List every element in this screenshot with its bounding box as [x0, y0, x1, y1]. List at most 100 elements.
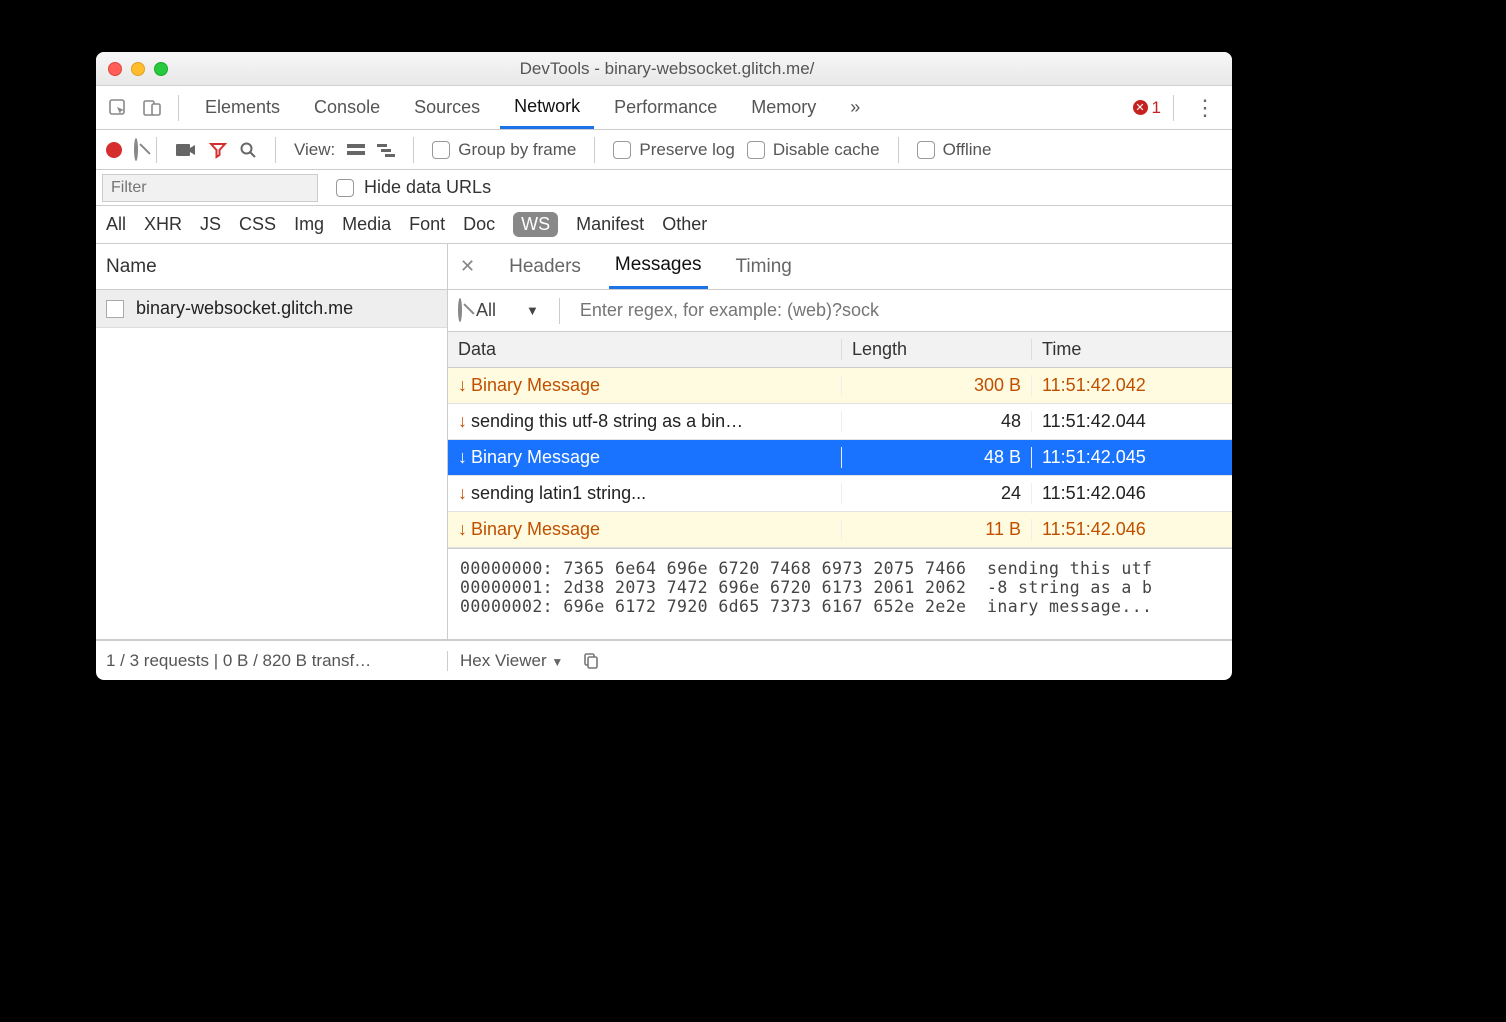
- request-list: Name binary-websocket.glitch.me: [96, 244, 448, 639]
- request-name: binary-websocket.glitch.me: [136, 298, 353, 319]
- search-icon[interactable]: [239, 141, 257, 159]
- detail-tabs: ✕ Headers Messages Timing: [448, 244, 1232, 290]
- col-data[interactable]: Data: [448, 339, 842, 360]
- filter-icon[interactable]: [209, 141, 227, 159]
- preserve-log-checkbox[interactable]: Preserve log: [613, 140, 734, 160]
- filter-input[interactable]: [102, 174, 318, 202]
- col-time[interactable]: Time: [1032, 339, 1232, 360]
- close-window-button[interactable]: [108, 62, 122, 76]
- device-icon[interactable]: [138, 94, 166, 122]
- message-data: Binary Message: [471, 519, 600, 539]
- chevron-down-icon: ▼: [551, 655, 563, 669]
- message-time: 11:51:42.046: [1032, 519, 1232, 540]
- message-data: sending this utf-8 string as a bin…: [471, 411, 743, 431]
- message-row[interactable]: ↓Binary Message 300 B11:51:42.042: [448, 368, 1232, 404]
- type-xhr[interactable]: XHR: [144, 214, 182, 235]
- devtools-window: DevTools - binary-websocket.glitch.me/ E…: [96, 52, 1232, 680]
- tab-memory[interactable]: Memory: [737, 86, 830, 129]
- type-filter-row: All XHR JS CSS Img Media Font Doc WS Manifest Othe…: [96, 206, 1232, 244]
- message-length: 48: [842, 411, 1032, 432]
- close-detail-icon[interactable]: ✕: [460, 256, 481, 277]
- hide-data-urls-checkbox[interactable]: Hide data URLs: [336, 177, 491, 198]
- window-controls: [108, 62, 168, 76]
- copy-icon[interactable]: [581, 652, 599, 670]
- status-summary: 1 / 3 requests | 0 B / 820 B transf…: [96, 651, 448, 671]
- type-media[interactable]: Media: [342, 214, 391, 235]
- network-toolbar: View: Group by frame Preserve log Disabl…: [96, 130, 1232, 170]
- type-img[interactable]: Img: [294, 214, 324, 235]
- message-length: 24: [842, 483, 1032, 504]
- tab-performance[interactable]: Performance: [600, 86, 731, 129]
- message-length: 11 B: [842, 519, 1032, 540]
- tab-elements[interactable]: Elements: [191, 86, 294, 129]
- message-data: Binary Message: [471, 375, 600, 395]
- type-manifest[interactable]: Manifest: [576, 214, 644, 235]
- detail-panel: ✕ Headers Messages Timing All ▼ Data Lengt…: [448, 244, 1232, 639]
- view-label: View:: [294, 140, 335, 160]
- maximize-window-button[interactable]: [154, 62, 168, 76]
- type-other[interactable]: Other: [662, 214, 707, 235]
- camera-icon[interactable]: [175, 142, 197, 158]
- subtab-headers[interactable]: Headers: [503, 244, 587, 289]
- message-row[interactable]: ↓Binary Message 48 B11:51:42.045: [448, 440, 1232, 476]
- inspect-icon[interactable]: [104, 94, 132, 122]
- tab-console[interactable]: Console: [300, 86, 394, 129]
- type-js[interactable]: JS: [200, 214, 221, 235]
- message-data: sending latin1 string...: [471, 483, 646, 503]
- dropdown-icon: ▼: [526, 303, 539, 318]
- error-badge[interactable]: ✕ 1: [1133, 98, 1161, 118]
- message-length: 300 B: [842, 375, 1032, 396]
- main-tabs: ElementsConsoleSourcesNetworkPerformance…: [96, 86, 1232, 130]
- message-time: 11:51:42.042: [1032, 375, 1232, 396]
- message-time: 11:51:42.045: [1032, 447, 1232, 468]
- name-column-header: Name: [96, 244, 447, 290]
- disable-cache-checkbox[interactable]: Disable cache: [747, 140, 880, 160]
- message-data: Binary Message: [471, 447, 600, 467]
- type-doc[interactable]: Doc: [463, 214, 495, 235]
- more-menu-icon[interactable]: ⋮: [1186, 95, 1224, 121]
- message-row[interactable]: ↓sending this utf-8 string as a bin… 4811…: [448, 404, 1232, 440]
- record-button[interactable]: [106, 142, 122, 158]
- message-type-dropdown[interactable]: All ▼: [476, 300, 539, 321]
- message-row[interactable]: ↓sending latin1 string... 2411:51:42.046: [448, 476, 1232, 512]
- type-all[interactable]: All: [106, 214, 126, 235]
- col-length[interactable]: Length: [842, 339, 1032, 360]
- arrow-down-icon: ↓: [458, 483, 467, 503]
- status-bar: 1 / 3 requests | 0 B / 820 B transf… Hex…: [96, 640, 1232, 680]
- viewer-dropdown[interactable]: Hex Viewer ▼: [460, 651, 563, 671]
- tab-sources[interactable]: Sources: [400, 86, 494, 129]
- message-length: 48 B: [842, 447, 1032, 468]
- type-css[interactable]: CSS: [239, 214, 276, 235]
- type-font[interactable]: Font: [409, 214, 445, 235]
- message-row[interactable]: ↓Binary Message 11 B11:51:42.046: [448, 512, 1232, 548]
- messages-toolbar: All ▼: [448, 290, 1232, 332]
- arrow-down-icon: ↓: [458, 447, 467, 467]
- messages-header: Data Length Time: [448, 332, 1232, 368]
- regex-input[interactable]: [580, 300, 1222, 321]
- group-by-frame-checkbox[interactable]: Group by frame: [432, 140, 576, 160]
- minimize-window-button[interactable]: [131, 62, 145, 76]
- arrow-down-icon: ↓: [458, 375, 467, 395]
- window-title: DevTools - binary-websocket.glitch.me/: [178, 59, 1156, 79]
- clear-icon[interactable]: [134, 140, 138, 160]
- clear-messages-icon[interactable]: [458, 300, 462, 321]
- message-time: 11:51:42.046: [1032, 483, 1232, 504]
- filter-row: Hide data URLs: [96, 170, 1232, 206]
- hex-viewer: 00000000: 7365 6e64 696e 6720 7468 6973 …: [448, 548, 1232, 639]
- subtab-timing[interactable]: Timing: [730, 244, 798, 289]
- overflow-tabs[interactable]: »: [836, 86, 874, 129]
- request-row[interactable]: binary-websocket.glitch.me: [96, 290, 447, 328]
- type-ws[interactable]: WS: [513, 212, 558, 237]
- arrow-down-icon: ↓: [458, 519, 467, 539]
- large-rows-icon[interactable]: [347, 143, 365, 157]
- subtab-messages[interactable]: Messages: [609, 244, 708, 289]
- waterfall-icon[interactable]: [377, 143, 395, 157]
- ws-icon: [106, 300, 124, 318]
- error-icon: ✕: [1133, 100, 1148, 115]
- titlebar: DevTools - binary-websocket.glitch.me/: [96, 52, 1232, 86]
- offline-checkbox[interactable]: Offline: [917, 140, 992, 160]
- arrow-down-icon: ↓: [458, 411, 467, 431]
- error-count: 1: [1152, 98, 1161, 118]
- tab-network[interactable]: Network: [500, 86, 594, 129]
- message-time: 11:51:42.044: [1032, 411, 1232, 432]
